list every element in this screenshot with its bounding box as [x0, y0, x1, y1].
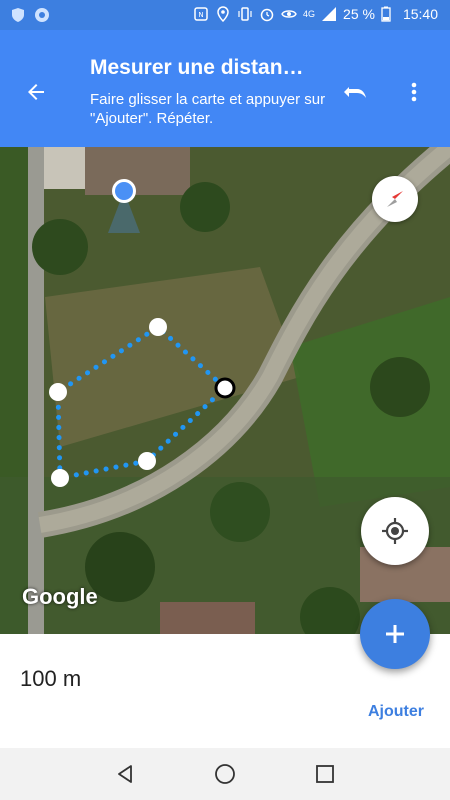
nav-back-button[interactable]: [113, 762, 137, 786]
system-nav-bar: [0, 748, 450, 800]
gps-fixed-icon: [382, 518, 408, 544]
more-vert-icon: [411, 82, 417, 102]
location-icon: [215, 6, 231, 23]
my-location-button[interactable]: [361, 497, 429, 565]
compass-icon: [387, 191, 403, 207]
page-title: Mesurer une distan…: [90, 56, 304, 79]
shield-icon: [10, 7, 26, 23]
compass-button[interactable]: [372, 176, 418, 222]
status-bar: N 4G 25 % 15:40: [0, 0, 450, 30]
add-point-button[interactable]: [360, 599, 430, 669]
measure-point[interactable]: [49, 383, 67, 401]
square-recents-icon: [316, 765, 334, 783]
network-type: 4G: [303, 9, 316, 19]
nav-recents-button[interactable]: [313, 762, 337, 786]
clock: 15:40: [402, 6, 438, 22]
plus-icon: [386, 625, 404, 643]
svg-text:N: N: [198, 11, 203, 19]
nfc-icon: N: [193, 6, 209, 22]
back-button[interactable]: [18, 74, 54, 110]
measure-point[interactable]: [149, 318, 167, 336]
nav-home-button[interactable]: [213, 762, 237, 786]
measure-point[interactable]: [138, 452, 156, 470]
battery-icon: [381, 6, 397, 22]
measure-point[interactable]: [51, 469, 69, 487]
instructions-text: Faire glisser la carte et appuyer sur "A…: [90, 91, 326, 127]
distance-value: 100 m: [20, 666, 82, 691]
circle-home-icon: [215, 764, 235, 784]
more-options-button[interactable]: [398, 74, 430, 110]
arrow-back-icon: [28, 84, 44, 100]
triangle-back-icon: [118, 765, 132, 783]
app-bar: Mesurer une distan… Faire glisser la car…: [0, 30, 450, 147]
battery-level: 25 %: [343, 6, 375, 22]
undo-icon: [344, 87, 366, 98]
chrome-icon: [34, 7, 50, 23]
alarm-icon: [259, 6, 275, 22]
undo-button[interactable]: [338, 74, 374, 110]
vibrate-icon: [237, 6, 253, 22]
google-attribution: Google: [22, 584, 98, 609]
eye-icon: [281, 6, 297, 22]
signal-icon: [321, 6, 337, 22]
measure-cursor[interactable]: [214, 377, 236, 399]
add-text-button[interactable]: Ajouter: [368, 703, 424, 721]
